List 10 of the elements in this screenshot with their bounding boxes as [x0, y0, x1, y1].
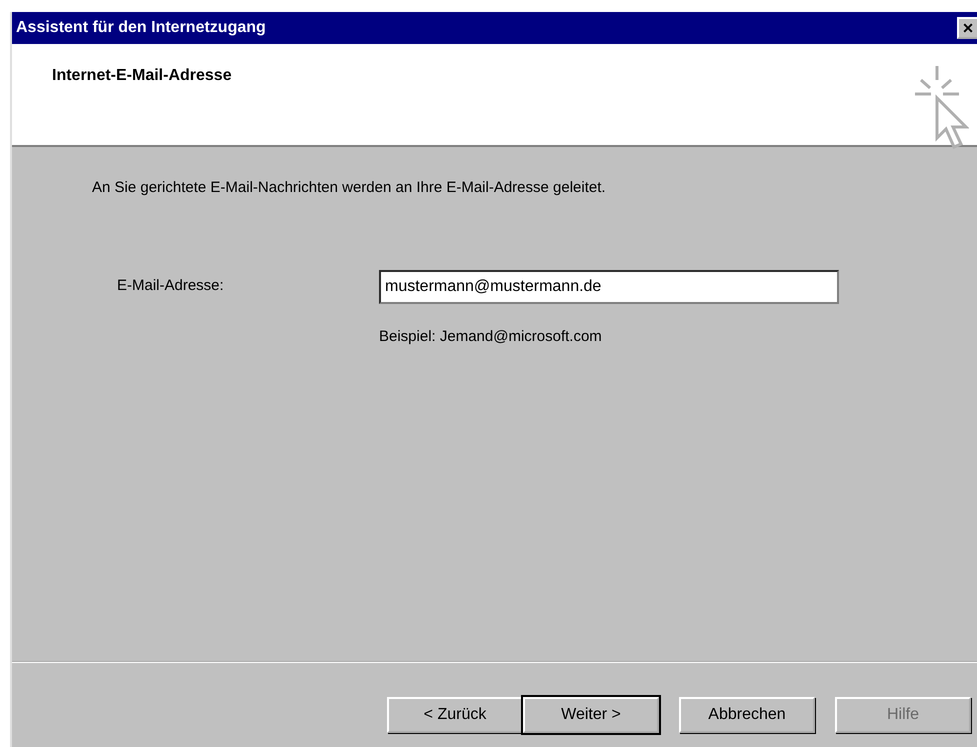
email-input[interactable]: mustermann@mustermann.de: [379, 270, 839, 304]
cancel-button[interactable]: Abbrechen: [679, 697, 815, 733]
next-button[interactable]: Weiter >: [523, 697, 659, 733]
close-button[interactable]: ×: [957, 17, 977, 39]
back-button[interactable]: < Zurück: [387, 697, 523, 733]
window-title: Assistent für den Internetzugang: [16, 18, 266, 38]
example-text: Beispiel: Jemand@microsoft.com: [379, 326, 602, 346]
page-title: Internet-E-Mail-Adresse: [52, 66, 232, 84]
instruction-text: An Sie gerichtete E-Mail-Nachrichten werden an Ihre E-Mail-Adresse geleitet.: [92, 178, 606, 198]
email-label: E-Mail-Adresse:: [117, 276, 225, 296]
